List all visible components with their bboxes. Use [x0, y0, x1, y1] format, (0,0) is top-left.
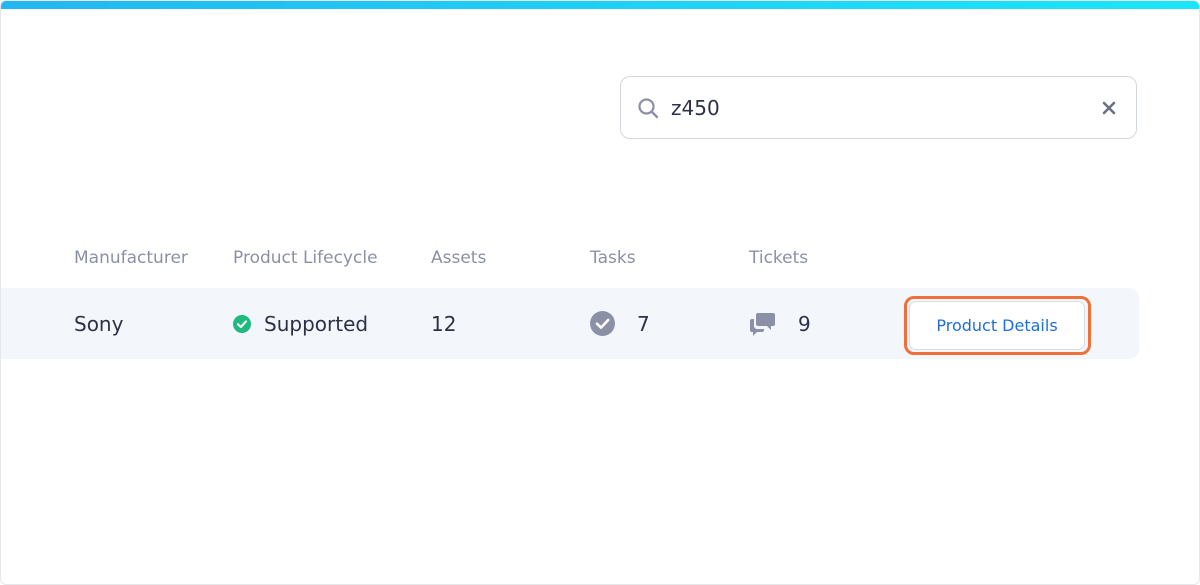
main-panel: Manufacturer Product Lifecycle Assets Ta…	[0, 0, 1200, 585]
tickets-cell: 9	[749, 288, 811, 359]
manufacturer-value: Sony	[74, 311, 124, 336]
search-input[interactable]	[671, 91, 1071, 125]
accent-bar	[1, 1, 1199, 9]
tasks-cell: 7	[590, 288, 650, 359]
tasks-count: 7	[637, 311, 650, 336]
lifecycle-status: Supported	[264, 311, 369, 336]
column-header-product-lifecycle: Product Lifecycle	[233, 248, 378, 268]
lifecycle-cell: Supported	[233, 288, 368, 359]
column-header-tickets: Tickets	[749, 248, 809, 268]
chat-bubbles-icon	[750, 313, 775, 336]
tickets-count: 9	[798, 311, 811, 336]
check-circle-icon	[233, 314, 251, 333]
manufacturer-cell: Sony	[74, 288, 123, 359]
assets-count: 12	[431, 311, 457, 336]
assets-cell: 12	[431, 288, 456, 359]
search-box[interactable]	[620, 76, 1137, 139]
search-icon	[638, 98, 659, 119]
column-header-assets: Assets	[431, 248, 487, 268]
column-header-manufacturer: Manufacturer	[74, 248, 188, 268]
column-header-tasks: Tasks	[590, 248, 636, 268]
product-details-button[interactable]: Product Details	[909, 301, 1085, 350]
task-check-icon	[590, 311, 615, 336]
close-icon[interactable]	[1100, 99, 1118, 117]
